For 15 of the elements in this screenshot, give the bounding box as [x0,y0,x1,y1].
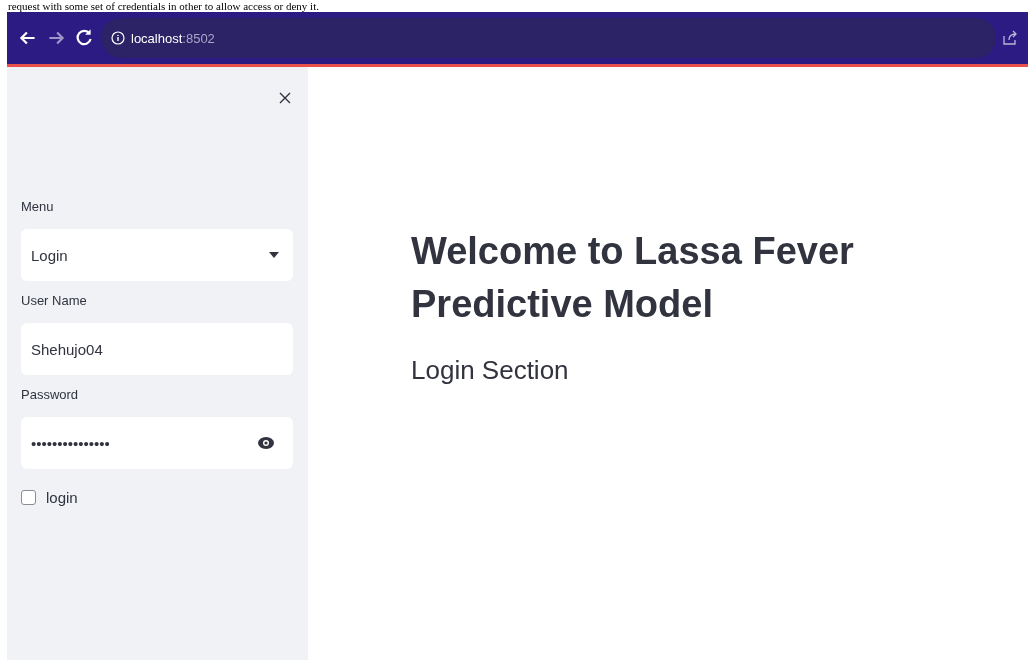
caret-icon [269,252,279,258]
field-label: Password [21,387,79,402]
eye-icon[interactable] [257,436,275,450]
login-checkbox[interactable]: login [21,489,78,506]
password-field[interactable]: ••••••••••••••• [21,417,293,469]
page-title: Welcome to Lassa Fever Predictive Model [411,229,855,328]
document-text: request with some set of credentials in other to allow access or deny it. [8,0,319,12]
field-label: User Name [21,293,87,308]
username-field[interactable]: Shehujo04 [21,323,293,375]
section-heading: Login Section [411,355,570,387]
field-label: Menu [21,199,54,214]
menu-dropdown[interactable]: Login [21,229,293,281]
info-icon [111,31,125,45]
address-bar[interactable]: localhost:8502 [101,18,996,58]
share-icon[interactable] [1002,30,1018,46]
